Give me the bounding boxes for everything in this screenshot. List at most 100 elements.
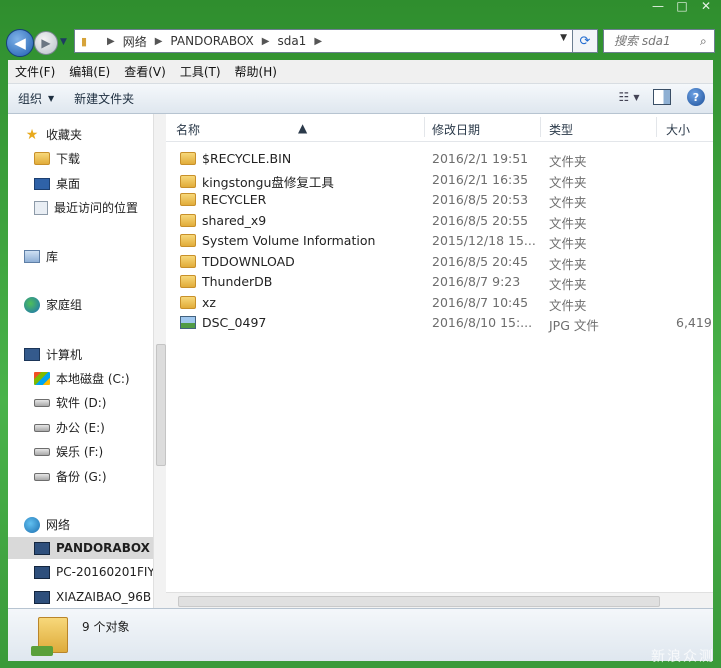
file-type: 文件夹	[549, 277, 587, 292]
file-type: 文件夹	[549, 154, 587, 169]
chevron-right-icon[interactable]: ▶	[262, 36, 270, 47]
file-date: 2016/2/1 16:35	[432, 172, 529, 187]
file-date: 2016/8/10 15:...	[432, 315, 533, 330]
folder-icon: ▮	[81, 35, 88, 48]
file-date: 2016/8/7 10:45	[432, 295, 529, 310]
nav-computer[interactable]: 计算机	[24, 346, 82, 363]
search-input[interactable]	[612, 33, 700, 49]
breadcrumb-network[interactable]: 网络	[123, 33, 147, 50]
menu-edit[interactable]: 编辑(E)	[62, 63, 117, 80]
file-name: shared_x9	[202, 213, 267, 228]
search-icon[interactable]: ⌕	[700, 34, 707, 49]
file-row[interactable]: kingstongu盘修复工具 2016/2/1 16:35 文件夹	[166, 169, 713, 190]
file-name: RECYCLER	[202, 192, 267, 207]
view-options-icon[interactable]: ☷ ▼	[619, 89, 640, 105]
nav-net-label: PANDORABOX	[56, 541, 150, 555]
chevron-down-icon: ▼	[48, 94, 55, 103]
forward-button[interactable]: ▶	[34, 31, 58, 55]
file-size: 6,419	[676, 315, 712, 330]
file-name: xz	[202, 295, 216, 310]
file-row[interactable]: shared_x9 2016/8/5 20:55 文件夹	[166, 210, 713, 231]
nav-net-pandorabox[interactable]: PANDORABOX	[8, 537, 153, 559]
organize-button[interactable]: 组织 ▼	[8, 90, 64, 107]
file-row[interactable]: $RECYCLE.BIN 2016/2/1 19:51 文件夹	[166, 148, 713, 169]
image-file-icon	[180, 316, 196, 329]
chevron-down-icon[interactable]: ▼	[560, 33, 567, 43]
navigation-scrollbar[interactable]	[153, 114, 166, 608]
scrollbar-thumb[interactable]	[178, 596, 660, 607]
nav-downloads[interactable]: 下载	[34, 150, 80, 167]
nav-desktop[interactable]: 桌面	[34, 175, 80, 192]
menu-help[interactable]: 帮助(H)	[228, 63, 284, 80]
file-row[interactable]: System Volume Information 2015/12/18 15.…	[166, 230, 713, 251]
arrow-right-icon: ▶	[41, 36, 51, 50]
column-header-name[interactable]: 名称	[176, 121, 200, 138]
column-headers: ▲ 名称 修改日期 类型 大小	[166, 114, 713, 142]
computer-icon	[24, 348, 40, 361]
nav-network[interactable]: 网络	[24, 516, 70, 533]
column-header-date[interactable]: 修改日期	[432, 121, 480, 138]
file-name: $RECYCLE.BIN	[202, 151, 292, 166]
nav-net-label: XIAZAIBAO_96B	[56, 590, 152, 604]
drive-icon	[34, 447, 50, 456]
column-header-type[interactable]: 类型	[549, 121, 573, 138]
drive-icon	[34, 472, 50, 481]
column-divider[interactable]	[424, 117, 425, 137]
menu-tools[interactable]: 工具(T)	[173, 63, 228, 80]
nav-drive-e[interactable]: 办公 (E:)	[34, 419, 105, 436]
recent-pages-dropdown[interactable]: ▼	[60, 37, 67, 47]
nav-drive-f[interactable]: 娱乐 (F:)	[34, 443, 103, 460]
nav-drive-label: 娱乐 (F:)	[56, 445, 104, 459]
help-icon[interactable]: ?	[687, 88, 705, 106]
file-row[interactable]: RECYCLER 2016/8/5 20:53 文件夹	[166, 189, 713, 210]
network-computer-icon	[34, 590, 50, 604]
address-bar[interactable]: ▮ ▶ 网络 ▶ PANDORABOX ▶ sda1 ▶ ▼	[74, 29, 574, 53]
navigation-pane: ★ 收藏夹 下载 桌面 最近访问的位置 库 家庭组 计算机 本地磁盘 (C:) …	[8, 114, 155, 608]
nav-drive-g[interactable]: 备份 (G:)	[34, 468, 107, 485]
close-icon[interactable]: ✕	[699, 0, 713, 13]
network-icon	[24, 516, 40, 533]
folder-icon	[180, 193, 196, 206]
column-header-size[interactable]: 大小	[666, 121, 690, 138]
nav-favorites[interactable]: ★ 收藏夹	[24, 126, 82, 143]
preview-pane-icon[interactable]	[653, 89, 671, 105]
folder-icon	[180, 152, 196, 165]
minimize-icon[interactable]: —	[651, 0, 665, 13]
column-divider[interactable]	[656, 117, 657, 137]
menu-file[interactable]: 文件(F)	[8, 63, 62, 80]
file-row[interactable]: DSC_0497 2016/8/10 15:... JPG 文件 6,419	[166, 312, 713, 333]
nav-net-pc[interactable]: PC-20160201FIY	[34, 565, 155, 579]
nav-recent[interactable]: 最近访问的位置	[34, 199, 138, 216]
scrollbar-thumb[interactable]	[156, 344, 166, 466]
file-date: 2016/8/5 20:55	[432, 213, 529, 228]
horizontal-scrollbar[interactable]	[166, 592, 713, 609]
file-name-cell: System Volume Information	[180, 233, 375, 248]
address-row: ◀ ▶ ▼ ▮ ▶ 网络 ▶ PANDORABOX ▶ sda1 ▶ ▼ ⟳ ⌕	[0, 24, 721, 60]
breadcrumb-pandorabox[interactable]: PANDORABOX	[170, 34, 253, 48]
file-name-cell: ThunderDB	[180, 274, 272, 289]
nav-net-xiazaibao[interactable]: XIAZAIBAO_96B	[34, 590, 151, 604]
file-row[interactable]: TDDOWNLOAD 2016/8/5 20:45 文件夹	[166, 251, 713, 272]
breadcrumb-sda1[interactable]: sda1	[277, 34, 306, 48]
chevron-right-icon[interactable]: ▶	[107, 36, 115, 47]
file-row[interactable]: xz 2016/8/7 10:45 文件夹	[166, 292, 713, 313]
column-divider[interactable]	[540, 117, 541, 137]
refresh-button[interactable]: ⟳	[572, 29, 598, 53]
chevron-right-icon[interactable]: ▶	[155, 36, 163, 47]
nav-drive-d[interactable]: 软件 (D:)	[34, 394, 106, 411]
nav-libraries[interactable]: 库	[24, 248, 58, 265]
file-row[interactable]: ThunderDB 2016/8/7 9:23 文件夹	[166, 271, 713, 292]
recent-places-icon	[34, 200, 48, 215]
file-name: DSC_0497	[202, 315, 267, 330]
back-button[interactable]: ◀	[6, 29, 34, 57]
file-date: 2015/12/18 15...	[432, 233, 536, 248]
new-folder-label: 新建文件夹	[74, 92, 135, 106]
new-folder-button[interactable]: 新建文件夹	[64, 90, 144, 107]
maximize-icon[interactable]: □	[675, 0, 689, 13]
menu-view[interactable]: 查看(V)	[117, 63, 173, 80]
search-box[interactable]: ⌕	[603, 29, 715, 53]
folder-icon	[180, 214, 196, 227]
nav-homegroup[interactable]: 家庭组	[24, 296, 82, 313]
nav-drive-c[interactable]: 本地磁盘 (C:)	[34, 370, 130, 387]
chevron-right-icon[interactable]: ▶	[314, 36, 322, 47]
